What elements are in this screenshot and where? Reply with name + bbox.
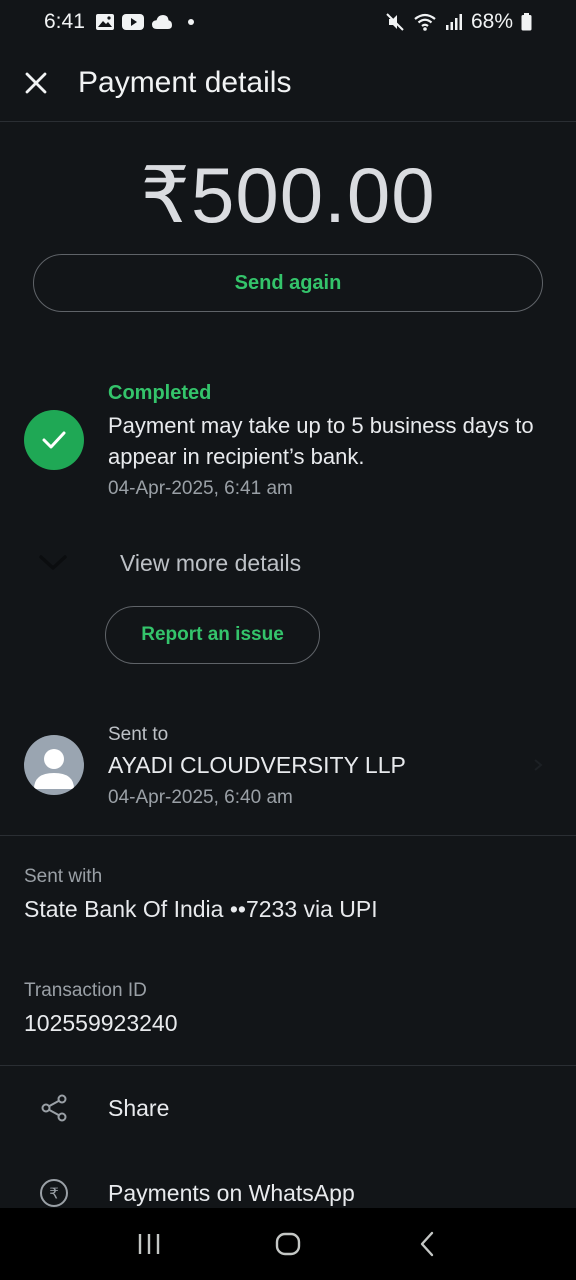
sent-to-label: Sent to — [108, 724, 169, 745]
share-icon — [41, 1094, 67, 1122]
send-again-button[interactable]: Send again — [33, 254, 543, 312]
avatar — [24, 735, 84, 795]
system-navigation-bar — [0, 1208, 576, 1280]
view-more-details-label: View more details — [120, 549, 302, 576]
share-row[interactable]: Share — [0, 1078, 576, 1138]
rupee-circle-icon: ₹ — [40, 1179, 68, 1207]
person-icon — [34, 749, 74, 789]
transaction-id-value: 102559923240 — [24, 1010, 178, 1036]
sent-with-value: State Bank Of India ••7233 via UPI — [24, 896, 378, 922]
share-icon-wrapper — [0, 1093, 108, 1123]
back-button[interactable] — [397, 1214, 457, 1274]
close-button[interactable] — [0, 44, 72, 122]
cloud-icon — [151, 15, 172, 29]
divider — [0, 1065, 576, 1066]
status-message: Payment may take up to 5 business days t… — [108, 413, 534, 469]
rupee-icon-wrapper: ₹ — [0, 1178, 108, 1208]
recent-apps-button[interactable] — [119, 1214, 179, 1274]
status-block: Completed Payment may take up to 5 busin… — [108, 382, 558, 500]
chevron-down-icon — [39, 555, 67, 570]
recent-apps-icon — [139, 1234, 160, 1254]
sent-with-label: Sent with — [24, 866, 103, 887]
battery-percent: 68% — [470, 10, 513, 33]
youtube-icon — [121, 14, 144, 30]
payments-on-whatsapp-label: Payments on WhatsApp — [108, 1179, 355, 1206]
more-notifications-dot — [187, 19, 194, 25]
page-title: Payment details — [78, 65, 292, 99]
status-bar: 6:41 68% — [0, 0, 576, 44]
gallery-icon — [95, 14, 114, 30]
svg-text:₹: ₹ — [49, 1185, 59, 1203]
completed-status-badge — [24, 410, 84, 470]
recipient-row[interactable]: Sent to AYADI CLOUDVERSITY LLP 04-Apr-20… — [0, 716, 576, 834]
recipient-timestamp: 04-Apr-2025, 6:40 am — [108, 787, 293, 808]
signal-icon — [445, 14, 462, 30]
status-bar-left: 6:41 — [44, 10, 194, 34]
home-icon — [275, 1232, 301, 1256]
app-bar: Payment details — [0, 44, 576, 122]
notification-icons — [95, 13, 194, 31]
payment-details-screen: 6:41 68% Payment details ₹500.00 Send ag… — [0, 0, 576, 1280]
home-button[interactable] — [258, 1214, 318, 1274]
mute-icon — [386, 13, 404, 31]
status-label: Completed — [108, 382, 212, 404]
clock: 6:41 — [44, 10, 85, 33]
chevron-right-icon — [534, 759, 543, 771]
share-label: Share — [108, 1094, 170, 1121]
view-more-details-toggle[interactable]: View more details — [0, 540, 576, 586]
payment-amount: ₹500.00 — [140, 151, 436, 239]
recipient-name: AYADI CLOUDVERSITY LLP — [108, 752, 406, 778]
checkmark-icon — [42, 431, 66, 449]
divider — [0, 835, 576, 836]
close-icon — [25, 72, 47, 93]
report-issue-button[interactable]: Report an issue — [105, 606, 320, 664]
status-bar-right: 68% — [385, 10, 532, 34]
battery-icon — [521, 13, 532, 31]
chevron-down-wrapper — [0, 554, 108, 572]
status-timestamp: 04-Apr-2025, 6:41 am — [108, 478, 293, 499]
transaction-id-label: Transaction ID — [24, 980, 147, 1001]
wifi-icon — [414, 13, 436, 31]
back-icon — [420, 1231, 433, 1257]
